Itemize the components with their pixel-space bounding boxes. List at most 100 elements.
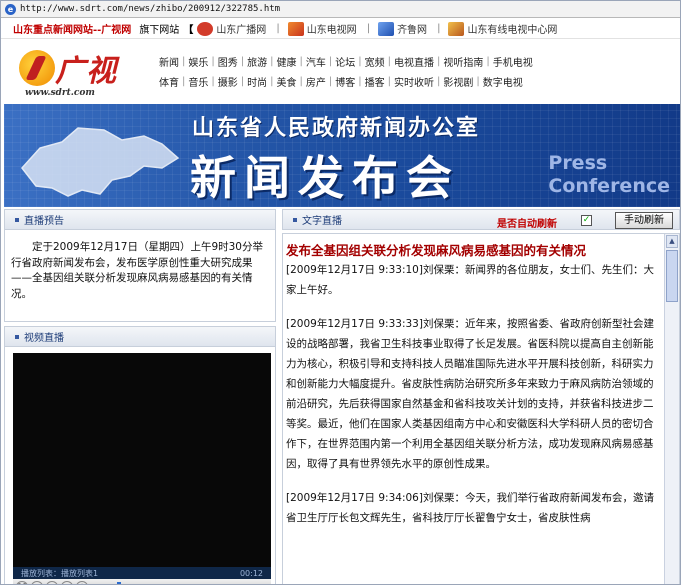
nav-divider: | [240, 75, 245, 87]
nav-item[interactable]: 汽车 [306, 54, 326, 69]
nav-item[interactable]: 新闻 [159, 54, 179, 69]
pause-icon[interactable]: ❚❚ [16, 580, 28, 584]
network-separator: | [276, 23, 280, 34]
network-link-tv[interactable]: 山东电视网 [287, 21, 357, 36]
radio-station-icon [197, 21, 214, 36]
nav-divider: | [476, 75, 480, 87]
nav-divider: | [211, 55, 215, 67]
playback-time: 00:12 [239, 568, 263, 578]
previous-icon[interactable]: ◀ [46, 580, 58, 584]
nav-divider: | [387, 55, 391, 67]
banner-press-word: Press [548, 152, 608, 174]
entry-timestamp: [2009年12月17日 9:33:10] [286, 264, 423, 276]
playlist-label: 播放列表：播放列表1 [21, 568, 99, 578]
site-logo[interactable]: 广视 www.sdrt.com [19, 44, 131, 100]
nav-item[interactable]: 博客 [335, 74, 355, 89]
nav-item[interactable]: 播客 [365, 74, 385, 89]
nav-row-2: 体育 | 音乐 | 摄影 | 时尚 | 美食 | 房产 | 博客 | 播客 | 实时收听 | 影视… [159, 72, 675, 90]
nav-divider: | [270, 55, 274, 67]
manual-refresh-button[interactable]: 手动刷新 [615, 212, 673, 229]
nav-divider: | [182, 75, 186, 87]
player-status-bar: 播放列表：播放列表1 00:12 [13, 567, 271, 579]
ie-page-icon: e [5, 3, 16, 15]
nav-divider: | [437, 55, 441, 67]
nav-item[interactable]: 旅游 [247, 54, 267, 69]
network-link-cable[interactable]: 山东有线电视中心网 [448, 21, 557, 36]
preview-panel-title: 直播预告 [24, 216, 64, 227]
network-separator: | [437, 23, 441, 34]
nav-row-1: 新闻 | 娱乐 | 图秀 | 旅游 | 健康 | 汽车 | 论坛 | 宽频 | 电视直播 | 视听… [159, 52, 675, 70]
nav-divider: | [387, 75, 391, 87]
text-live-panel: 发布全基因组关联分析发现麻风病易感基因的有关情况 [2009年12月17日 9:… [282, 233, 680, 584]
left-column: 直播预告 定于2009年12月17日（星期四）上午9时30分举行省政府新闻发布会… [4, 209, 276, 584]
site-header: 广视 www.sdrt.com 新闻 | 娱乐 | 图秀 | 旅游 | 健康 | 汽车 | … [1, 40, 680, 102]
nav-divider: | [437, 75, 441, 87]
logo-url: www.sdrt.com [25, 88, 95, 98]
live-entry: [2009年12月17日 9:33:33]刘保栗：近年来，按照省委、省政府创新型… [286, 314, 658, 474]
nav-divider: | [358, 75, 362, 87]
network-link-radio[interactable]: 山东广播网 [197, 21, 266, 36]
live-headline: 发布全基因组关联分析发现麻风病易感基因的有关情况 [286, 243, 587, 258]
address-url[interactable]: http://www.sdrt.com/news/zhibo/200912/32… [20, 4, 280, 14]
auto-refresh-checkbox[interactable]: ✓ [581, 215, 592, 226]
press-conference-banner: 山东省人民政府新闻办公室 新闻发布会 Press Conference [4, 104, 680, 207]
video-screen[interactable] [13, 353, 271, 567]
nav-item[interactable]: 健康 [277, 54, 297, 69]
qilu-icon [378, 21, 395, 36]
site-title-link[interactable]: 山东重点新闻网站--广视网 [13, 21, 131, 36]
live-entry: [2009年12月17日 9:33:10]刘保栗：新闻界的各位朋友，女士们、先生… [286, 260, 658, 300]
nav-item[interactable]: 时尚 [247, 74, 267, 89]
scroll-up-icon[interactable]: ▲ [666, 235, 678, 248]
nav-item[interactable]: 论坛 [335, 54, 355, 69]
text-live-header: 文字直播 是否自动刷新 ✓ 手动刷新 [282, 209, 680, 230]
nav-item[interactable]: 摄影 [218, 74, 238, 89]
top-links-bar: 山东重点新闻网站--广视网 旗下网站 【 山东广播网 | 山东电视网 | 齐鲁网… [1, 19, 680, 39]
nav-divider: | [328, 75, 333, 87]
nav-item[interactable]: 实时收听 [394, 74, 434, 89]
nav-item[interactable]: 视听指南 [443, 54, 483, 69]
nav-item[interactable]: 数字电视 [483, 74, 523, 89]
auto-refresh-label: 是否自动刷新 [497, 219, 557, 230]
sub-sites-label: 旗下网站 [139, 25, 180, 36]
nav-divider: | [182, 55, 186, 67]
nav-item[interactable]: 电视直播 [394, 54, 434, 69]
nav-item[interactable]: 娱乐 [188, 54, 208, 69]
cable-tv-icon [448, 21, 465, 36]
banner-press-conference: Press Conference [548, 152, 670, 198]
nav-divider: | [358, 55, 362, 67]
nav-divider: | [240, 55, 245, 67]
network-link-qilu[interactable]: 齐鲁网 [378, 21, 427, 36]
nav-divider: | [299, 75, 303, 87]
bullet-icon [15, 217, 19, 222]
nav-item[interactable]: 影视剧 [443, 74, 473, 89]
next-icon[interactable]: ▶ [61, 580, 73, 584]
nav-item[interactable]: 手机电视 [493, 54, 533, 69]
vertical-scrollbar[interactable]: ▲ [664, 234, 679, 584]
video-panel-title: 视频直播 [24, 333, 64, 344]
network-separator: | [366, 23, 371, 34]
preview-panel-header: 直播预告 [4, 209, 276, 230]
volume-icon[interactable]: ♪ [76, 580, 88, 584]
video-panel-header: 视频直播 [4, 326, 276, 347]
nav-item[interactable]: 音乐 [188, 74, 208, 89]
nav-divider: | [486, 55, 490, 67]
preview-notice-text: 定于2009年12月17日（星期四）上午9时30分举行省政府新闻发布会，发布医学… [4, 230, 276, 322]
address-bar[interactable]: e http://www.sdrt.com/news/zhibo/200912/… [1, 1, 680, 18]
nav-item[interactable]: 图秀 [218, 54, 238, 69]
nav-item[interactable]: 房产 [306, 74, 326, 89]
nav-item[interactable]: 美食 [277, 74, 297, 89]
text-live-content: 发布全基因组关联分析发现麻风病易感基因的有关情况 [2009年12月17日 9:… [283, 234, 666, 584]
live-entry: [2009年12月17日 9:34:06]刘保栗：今天，我们举行省政府新闻发布会… [286, 488, 658, 528]
media-player[interactable]: 播放列表：播放列表1 00:12 ❚❚ ■ ◀ ▶ ♪ [13, 353, 271, 584]
stop-icon[interactable]: ■ [31, 580, 43, 584]
nav-item[interactable]: 宽频 [365, 54, 385, 69]
entry-timestamp: [2009年12月17日 9:34:06] [286, 492, 423, 504]
scrollbar-thumb[interactable] [666, 250, 678, 302]
bracket-glyph: 【 [183, 25, 194, 36]
main-nav: 新闻 | 娱乐 | 图秀 | 旅游 | 健康 | 汽车 | 论坛 | 宽频 | 电视直播 | 视听… [159, 52, 675, 90]
nav-divider: | [270, 75, 274, 87]
logo-text: 广视 [55, 54, 117, 89]
nav-item[interactable]: 体育 [159, 74, 179, 89]
banner-main-title: 新闻发布会 [190, 151, 460, 205]
bullet-icon [293, 217, 297, 222]
